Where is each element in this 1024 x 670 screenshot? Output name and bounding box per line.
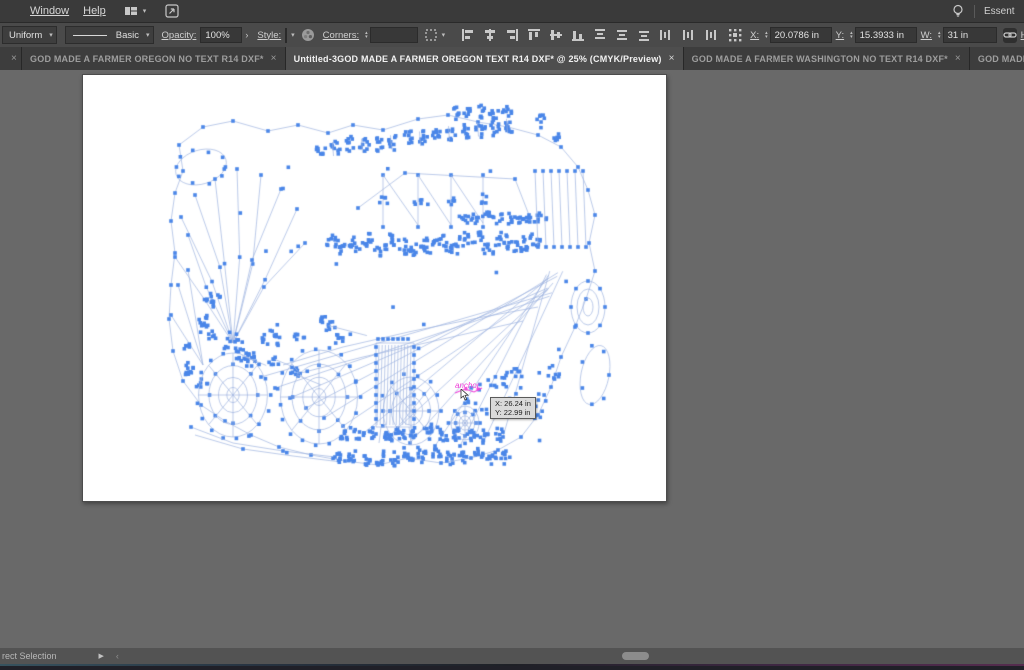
- chevron-down-icon[interactable]: ▾: [291, 31, 295, 39]
- chevron-down-icon[interactable]: ▾: [442, 31, 446, 39]
- tooltip-y: Y: 22.99 in: [495, 408, 531, 417]
- horizontal-scrollbar-thumb[interactable]: [622, 652, 649, 660]
- tab-label: GOD MADE A FARMER OREGON NO TEXT R14 DXF…: [30, 54, 264, 64]
- panes-icon: [124, 4, 139, 19]
- close-icon[interactable]: ×: [955, 53, 961, 64]
- width-profile-value: Uniform: [6, 30, 45, 41]
- y-label[interactable]: Y:: [836, 30, 844, 41]
- distribute-right-icon[interactable]: [702, 28, 717, 43]
- menu-bar: Window Help ▾ Essent: [0, 0, 1024, 22]
- y-stepper[interactable]: ▴▾: [850, 31, 853, 40]
- discover-lightbulb-icon[interactable]: [950, 4, 965, 19]
- document-tab[interactable]: Untitled-3GOD MADE A FARMER OREGON TEXT …: [286, 47, 684, 70]
- tab-label: GOD MADE A FARMER WASHINGTON NO TEXT R14…: [692, 54, 948, 64]
- align-top-icon[interactable]: [526, 28, 541, 43]
- align-tools: [453, 28, 742, 43]
- style-label[interactable]: Style:: [257, 30, 281, 41]
- align-right-icon[interactable]: [504, 28, 519, 43]
- share-icon: [164, 4, 179, 19]
- chevron-down-icon: ▾: [143, 7, 147, 15]
- mouse-cursor-icon: [460, 388, 470, 406]
- arrange-documents-button[interactable]: ▾: [124, 4, 147, 19]
- corners-label[interactable]: Corners:: [323, 30, 359, 41]
- link-dimensions-icon[interactable]: [1003, 28, 1017, 43]
- distribute-left-icon[interactable]: [658, 28, 673, 43]
- corners-stepper[interactable]: ▴▾: [365, 31, 368, 40]
- align-bottom-icon[interactable]: [570, 28, 585, 43]
- close-icon[interactable]: ×: [271, 53, 277, 64]
- status-menu-icon[interactable]: ▶: [99, 652, 104, 660]
- artboard[interactable]: anchor X: 26.24 in Y: 22.99 in: [82, 74, 667, 502]
- w-label[interactable]: W:: [921, 30, 932, 41]
- document-tab[interactable]: ×: [0, 47, 22, 70]
- corners-input[interactable]: [370, 27, 418, 43]
- chevron-down-icon: ▾: [146, 31, 150, 39]
- document-tab-bar: × GOD MADE A FARMER OREGON NO TEXT R14 DX…: [0, 47, 1024, 70]
- h-label[interactable]: H:: [1021, 30, 1024, 41]
- workspace-switcher[interactable]: Essent: [984, 6, 1024, 17]
- pasteboard[interactable]: anchor X: 26.24 in Y: 22.99 in: [0, 70, 1024, 648]
- close-icon[interactable]: ×: [11, 53, 17, 64]
- x-input[interactable]: [770, 27, 832, 43]
- document-tab[interactable]: GOD MADE A FARMER WASHINGTO: [970, 47, 1024, 70]
- width-profile-dropdown[interactable]: Uniform ▾: [2, 26, 57, 44]
- x-stepper[interactable]: ▴▾: [765, 31, 768, 40]
- share-screen-button[interactable]: [164, 4, 179, 19]
- distribute-top-icon[interactable]: [592, 28, 607, 43]
- current-tool-label: rect Selection: [2, 651, 57, 661]
- measure-tooltip: X: 26.24 in Y: 22.99 in: [490, 397, 536, 419]
- y-input[interactable]: [855, 27, 917, 43]
- brush-value: Basic: [113, 30, 142, 41]
- control-bar: Uniform ▾ Basic ▾ Opacity: › Style: ▾ Co…: [0, 22, 1024, 47]
- align-horizontal-center-icon[interactable]: [482, 28, 497, 43]
- taskbar-edge: [0, 664, 1024, 670]
- select-similar-icon[interactable]: [424, 28, 438, 43]
- tab-label: Untitled-3GOD MADE A FARMER OREGON TEXT …: [294, 54, 662, 64]
- document-tab[interactable]: GOD MADE A FARMER OREGON NO TEXT R14 DXF…: [22, 47, 286, 70]
- align-left-icon[interactable]: [460, 28, 475, 43]
- menu-help[interactable]: Help: [83, 5, 106, 17]
- x-label[interactable]: X:: [750, 30, 759, 41]
- style-swatch[interactable]: [285, 28, 287, 43]
- distribute-horizontal-center-icon[interactable]: [680, 28, 695, 43]
- chevron-down-icon: ▾: [49, 31, 53, 39]
- brush-definition-dropdown[interactable]: Basic ▾: [65, 26, 154, 44]
- recolor-artwork-icon[interactable]: [301, 28, 315, 43]
- distribute-vertical-center-icon[interactable]: [614, 28, 629, 43]
- tab-label: GOD MADE A FARMER WASHINGTO: [978, 54, 1024, 64]
- stroke-preview-icon: [73, 35, 107, 36]
- align-vertical-center-icon[interactable]: [548, 28, 563, 43]
- opacity-label[interactable]: Opacity:: [162, 30, 197, 41]
- scroll-left-icon[interactable]: ‹: [116, 651, 119, 661]
- reference-point-icon[interactable]: [727, 28, 742, 43]
- status-bar: rect Selection ▶ ‹: [0, 648, 1024, 664]
- artwork-canvas[interactable]: [83, 75, 666, 501]
- menu-window[interactable]: Window: [30, 5, 69, 17]
- opacity-input[interactable]: [200, 27, 242, 43]
- document-tab[interactable]: GOD MADE A FARMER WASHINGTON NO TEXT R14…: [684, 47, 970, 70]
- close-icon[interactable]: ×: [669, 53, 675, 64]
- distribute-bottom-icon[interactable]: [636, 28, 651, 43]
- tooltip-x: X: 26.24 in: [495, 399, 531, 408]
- w-stepper[interactable]: ▴▾: [938, 31, 941, 40]
- illustrator-window: Window Help ▾ Essent Uniform ▾ Basic ▾ O…: [0, 0, 1024, 670]
- w-input[interactable]: [943, 27, 997, 43]
- opacity-expand-icon[interactable]: ›: [245, 30, 248, 40]
- divider: [974, 5, 975, 18]
